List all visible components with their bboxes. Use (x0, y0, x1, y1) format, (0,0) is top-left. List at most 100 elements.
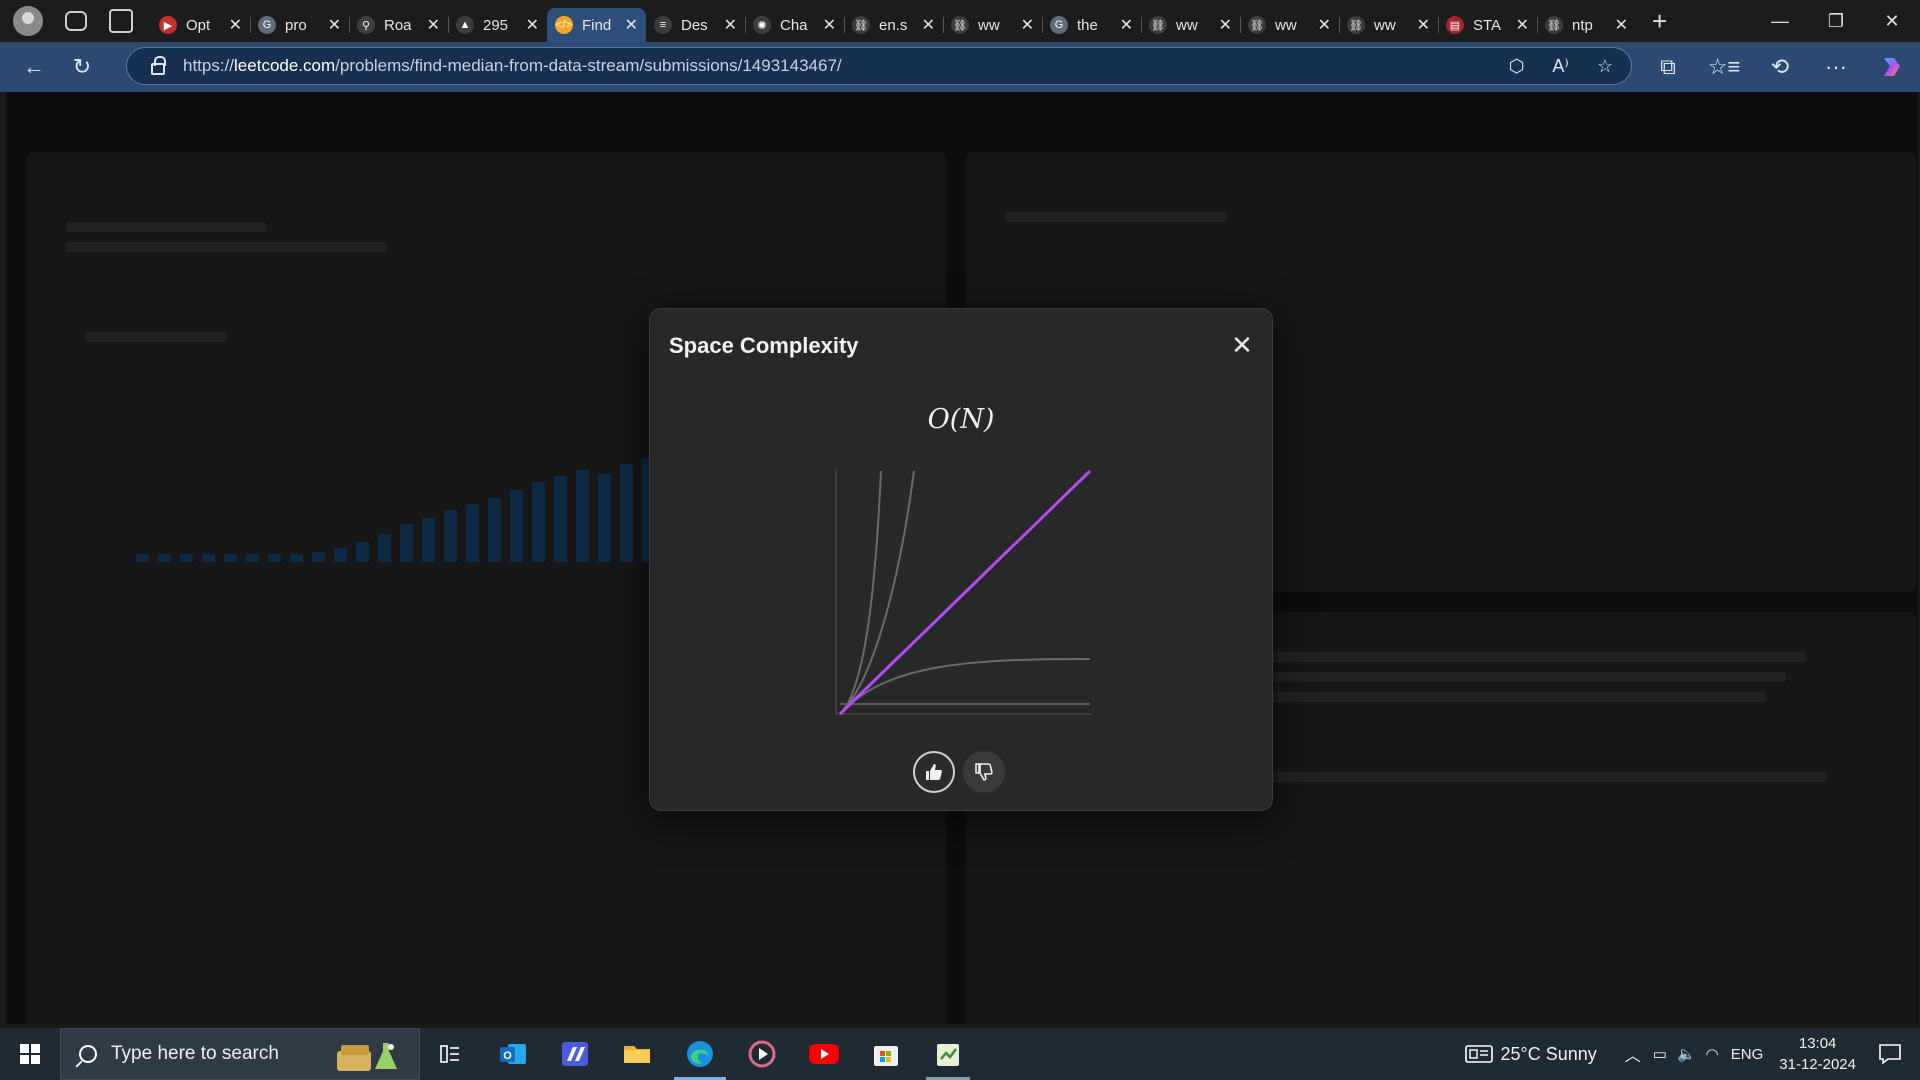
outlook-icon[interactable]: O (483, 1028, 543, 1080)
vertical-tabs-icon[interactable] (109, 9, 133, 33)
histogram-bar (334, 548, 347, 562)
taskbar-search-box[interactable]: Type here to search (60, 1028, 420, 1080)
tab-close-icon[interactable]: ✕ (1120, 15, 1133, 35)
refresh-button[interactable]: ↻ (62, 47, 102, 87)
system-tray: 25°C Sunny ︿ ▭ 🔈 ◠ ENG 13:04 31-12-2024 (1464, 1028, 1920, 1080)
browser-tab[interactable]: ⛓ en.s ✕ (844, 8, 943, 42)
edge-browser-icon[interactable] (670, 1028, 730, 1080)
tab-label: ww (978, 16, 1000, 34)
tab-label: the (1077, 16, 1098, 34)
search-placeholder: Type here to search (111, 1043, 279, 1064)
placeholder-line (66, 222, 266, 232)
browser-tab[interactable]: ⛓ ww ✕ (943, 8, 1042, 42)
notes-app-icon[interactable] (918, 1028, 978, 1080)
task-view-icon[interactable] (420, 1028, 480, 1080)
close-window-button[interactable]: ✕ (1864, 0, 1920, 42)
browser-tab[interactable]: ▤ STA ✕ (1438, 8, 1537, 42)
tab-close-icon[interactable]: ✕ (922, 15, 935, 35)
histogram-bar (576, 470, 589, 562)
tab-close-icon[interactable]: ✕ (1219, 15, 1232, 35)
browser-tab[interactable]: ✺ Cha ✕ (745, 8, 844, 42)
notifications-icon[interactable] (1878, 1043, 1902, 1065)
back-button[interactable]: ← (14, 47, 54, 87)
histogram-bar (488, 498, 501, 562)
extensions-icon[interactable]: ⧉ (1640, 47, 1696, 87)
workspaces-icon[interactable] (65, 11, 87, 31)
tab-close-icon[interactable]: ✕ (1318, 15, 1331, 35)
browser-tab[interactable]: </> Find ✕ (547, 8, 646, 42)
complexity-label: O(N) (927, 404, 995, 435)
close-icon[interactable]: ✕ (1226, 329, 1258, 361)
favorites-icon[interactable]: ☆≡ (1696, 47, 1752, 87)
thumbs-up-button[interactable] (913, 751, 955, 793)
browser-tab[interactable]: ⚲ Roa ✕ (349, 8, 448, 42)
tab-close-icon[interactable]: ✕ (328, 15, 341, 35)
histogram-bar (158, 554, 171, 562)
tab-favicon-icon: ⛓ (1248, 16, 1266, 34)
tab-close-icon[interactable]: ✕ (724, 15, 737, 35)
youtube-icon[interactable] (794, 1028, 854, 1080)
url-host: leetcode.com (234, 56, 336, 75)
more-menu-icon[interactable]: ··· (1808, 47, 1864, 87)
url-text[interactable]: https://leetcode.com/problems/find-media… (183, 56, 842, 76)
tab-favicon-icon: </> (555, 16, 573, 34)
read-aloud-icon[interactable]: A⁾ (1552, 56, 1568, 77)
tab-close-icon[interactable]: ✕ (1021, 15, 1034, 35)
search-highlight-illustration-icon[interactable] (333, 1037, 409, 1075)
profile-avatar[interactable] (13, 6, 43, 36)
news-widget-icon[interactable] (1464, 1044, 1493, 1064)
restore-button[interactable]: ❐ (1808, 0, 1864, 42)
tab-favicon-icon: ⛓ (852, 16, 870, 34)
tab-favicon-icon: ⚲ (357, 16, 375, 34)
tab-close-icon[interactable]: ✕ (229, 15, 242, 35)
histogram-bar (620, 464, 633, 562)
browser-tab[interactable]: ⛓ ww ✕ (1240, 8, 1339, 42)
browser-tab[interactable]: ▶ Opt ✕ (151, 8, 250, 42)
volume-icon[interactable]: 🔈 (1677, 1045, 1696, 1063)
tag-icon[interactable]: ⬡ (1509, 56, 1525, 77)
show-hidden-icons-chevron-icon[interactable]: ︿ (1625, 1042, 1641, 1066)
windows-logo-icon (20, 1044, 40, 1064)
tab-close-icon[interactable]: ✕ (1516, 15, 1529, 35)
tab-close-icon[interactable]: ✕ (1615, 15, 1628, 35)
svg-text:O: O (503, 1050, 512, 1062)
tab-close-icon[interactable]: ✕ (427, 15, 440, 35)
tab-close-icon[interactable]: ✕ (1417, 15, 1430, 35)
media-player-icon[interactable] (732, 1028, 792, 1080)
histogram-bar (180, 554, 193, 562)
minimize-button[interactable]: — (1752, 0, 1808, 42)
browser-tab[interactable]: Gthe ✕ (1042, 8, 1141, 42)
new-tab-button[interactable]: + (1652, 8, 1667, 34)
tab-close-icon[interactable]: ✕ (625, 15, 638, 35)
histogram-bar (422, 518, 435, 562)
tab-close-icon[interactable]: ✕ (823, 15, 836, 35)
browser-tab[interactable]: ≡ Des ✕ (646, 8, 745, 42)
favorite-star-icon[interactable]: ☆ (1597, 56, 1613, 77)
battery-icon[interactable]: ▭ (1653, 1045, 1667, 1063)
start-button[interactable] (0, 1028, 60, 1080)
thumbs-down-button[interactable] (963, 751, 1005, 793)
history-icon[interactable]: ⟲ (1752, 47, 1808, 87)
tab-label: STA (1473, 16, 1502, 34)
tab-label: 295 (483, 16, 509, 34)
language-indicator[interactable]: ENG (1731, 1046, 1764, 1063)
power-automate-icon[interactable] (545, 1028, 605, 1080)
browser-tab[interactable]: ▲ 295 ✕ (448, 8, 547, 42)
browser-tab[interactable]: Gpro ✕ (250, 8, 349, 42)
lock-icon[interactable] (151, 55, 166, 75)
complexity-graph (835, 469, 1092, 716)
browser-tab[interactable]: ⛓ ww ✕ (1141, 8, 1240, 42)
histogram-bar (224, 554, 237, 562)
address-bar[interactable]: https://leetcode.com/problems/find-media… (126, 47, 1632, 85)
microsoft-store-icon[interactable] (856, 1028, 916, 1080)
histogram-bar (202, 554, 215, 562)
tab-favicon-icon: ⛓ (1149, 16, 1167, 34)
copilot-icon[interactable] (1864, 47, 1920, 87)
browser-tab[interactable]: ⛓ ntp ✕ (1537, 8, 1636, 42)
file-explorer-icon[interactable] (607, 1028, 667, 1080)
tab-close-icon[interactable]: ✕ (526, 15, 539, 35)
clock[interactable]: 13:04 31-12-2024 (1779, 1033, 1856, 1075)
wifi-icon[interactable]: ◠ (1706, 1045, 1719, 1063)
weather-text[interactable]: 25°C Sunny (1501, 1044, 1597, 1065)
browser-tab[interactable]: ⛓ ww ✕ (1339, 8, 1438, 42)
